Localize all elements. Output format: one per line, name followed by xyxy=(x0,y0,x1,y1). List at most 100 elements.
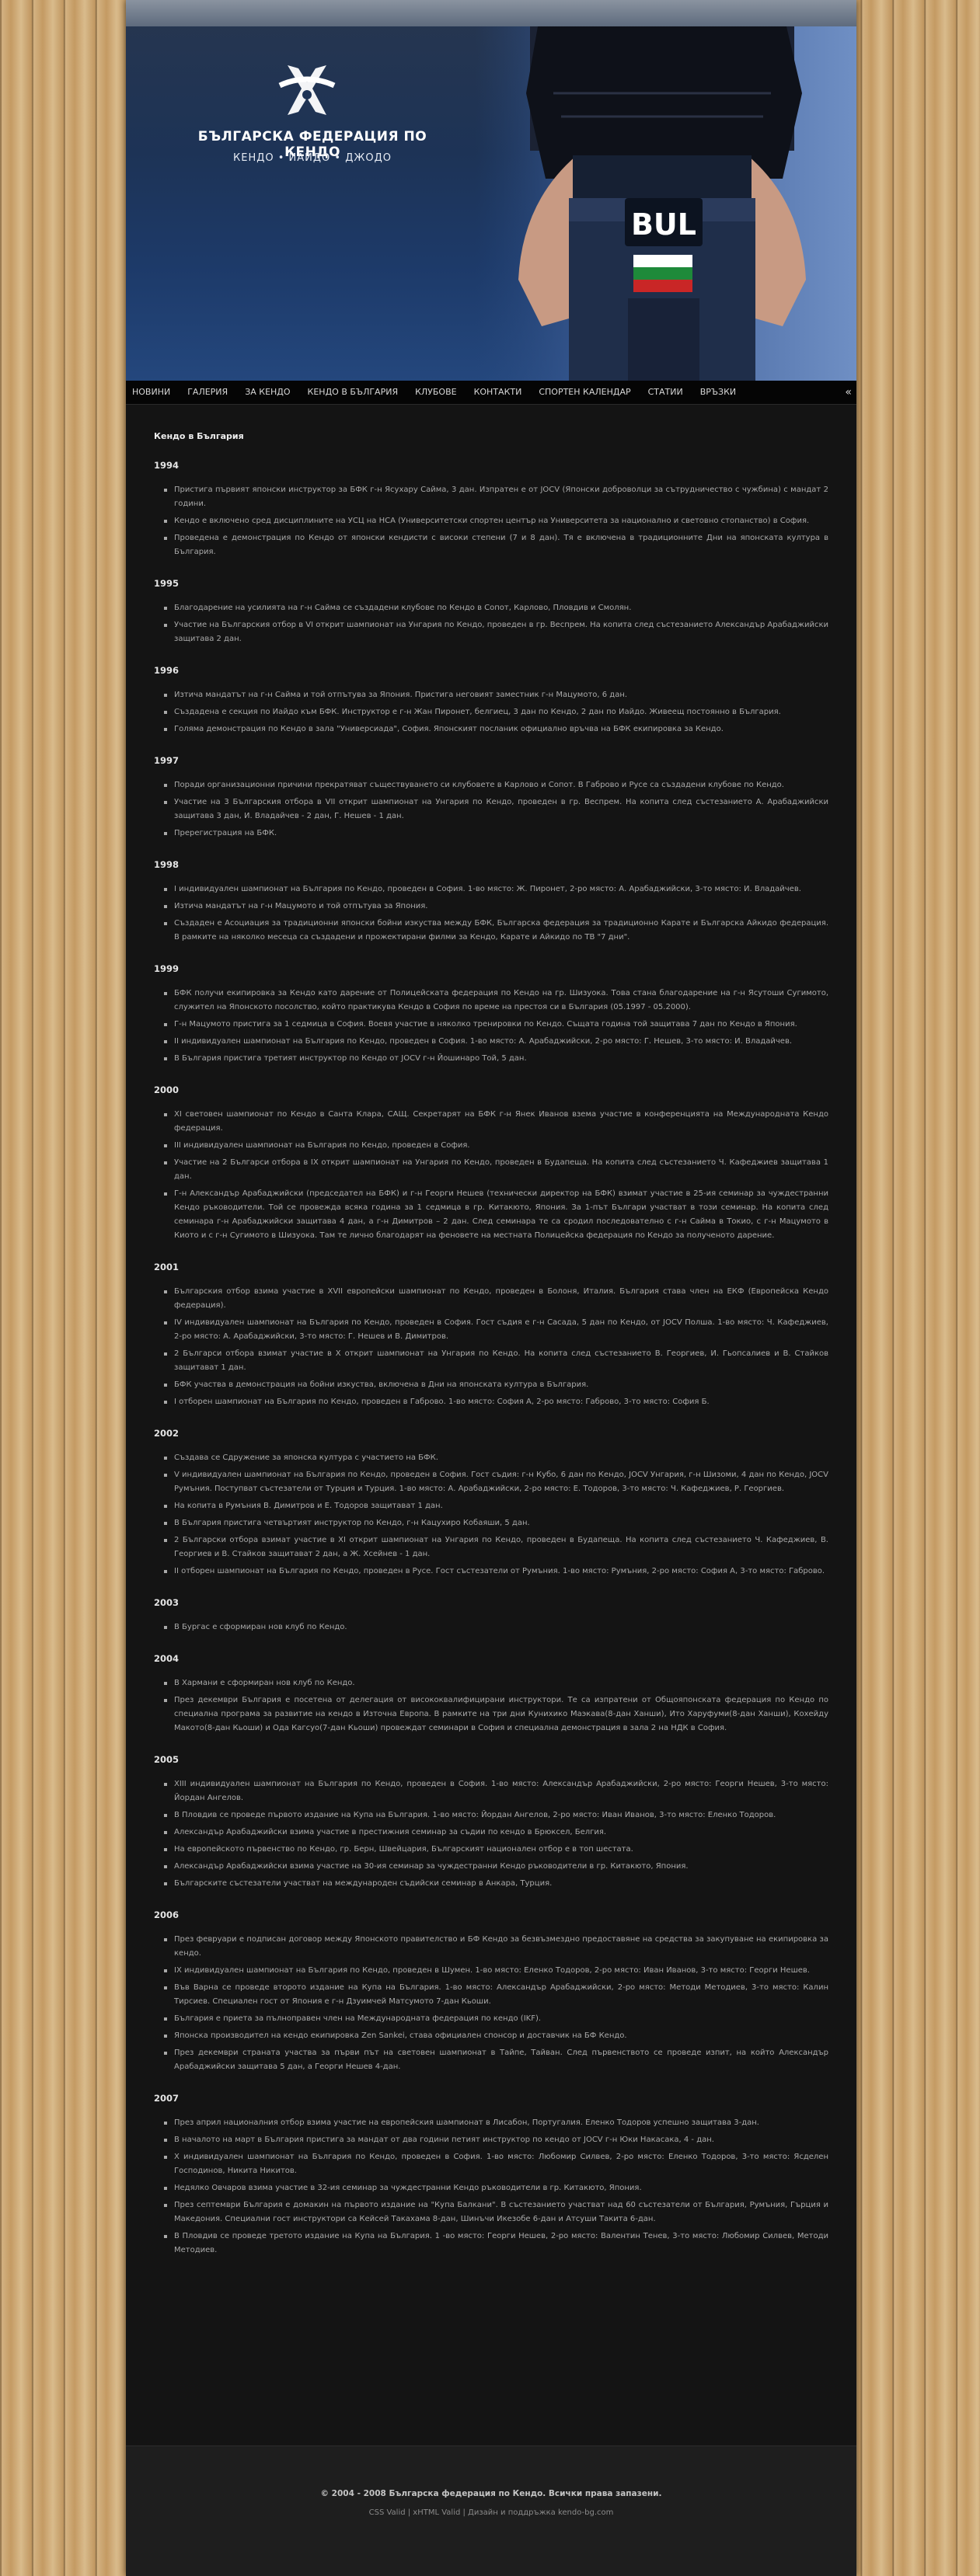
event-item: Г-н Мацумото пристига за 1 седмица в Соф… xyxy=(164,1018,828,1032)
event-item: През април националния отбор взима участ… xyxy=(164,2116,828,2130)
event-item: Японска производител на кендо екипировка… xyxy=(164,2029,828,2043)
year-heading: 2007 xyxy=(154,2093,180,2104)
nav-item-gallery[interactable]: ГАЛЕРИЯ xyxy=(179,381,236,404)
event-item: В България пристига четвъртият инструкто… xyxy=(164,1516,828,1530)
year-events-list: През февруари е подписан договор между Я… xyxy=(154,1933,828,2074)
event-item: Създаден е Асоциация за традиционни япон… xyxy=(164,917,828,945)
nav-item-articles[interactable]: СТАТИИ xyxy=(640,381,692,404)
event-item: X индивидуален шампионат на България по … xyxy=(164,2150,828,2178)
year-events-list: През април националния отбор взима участ… xyxy=(154,2116,828,2257)
kendoka-armor-image: BUL xyxy=(476,26,856,381)
footer: © 2004 - 2008 Българска федерация по Кен… xyxy=(126,2445,856,2576)
event-item: Създава се Сдружение за японска култура … xyxy=(164,1451,828,1465)
event-item: В началото на март в България пристига з… xyxy=(164,2133,828,2147)
event-item: II индивидуален шампионат на България по… xyxy=(164,1035,828,1049)
event-item: През февруари е подписан договор между Я… xyxy=(164,1933,828,1961)
event-item: Изтича мандатът на г-н Сайма и той отпът… xyxy=(164,688,828,702)
event-item: В България пристига третият инструктор п… xyxy=(164,1052,828,1066)
main-content: Кендо в България 1994 Пристига първият яп… xyxy=(154,431,828,2276)
event-item: През септември България е домакин на пър… xyxy=(164,2198,828,2226)
year-heading: 2002 xyxy=(154,1428,180,1439)
event-item: IV индивидуален шампионат на България по… xyxy=(164,1316,828,1344)
event-item: I индивидуален шампионат на България по … xyxy=(164,882,828,896)
event-item: Александър Арабаджийски взима участие в … xyxy=(164,1826,828,1840)
event-item: Голяма демонстрация по Кендо в зала "Уни… xyxy=(164,722,828,736)
footer-copyright: © 2004 - 2008 Българска федерация по Кен… xyxy=(320,2489,662,2498)
year-events-list: БФК получи екипировка за Кендо като даре… xyxy=(154,987,828,1066)
event-item: България е приета за пълноправен член на… xyxy=(164,2012,828,2026)
event-item: III индивидуален шампионат на България п… xyxy=(164,1139,828,1153)
event-item: Българските състезатели участват на межд… xyxy=(164,1877,828,1891)
nav-collapse-icon[interactable]: « xyxy=(845,381,852,404)
year-heading: 2004 xyxy=(154,1653,180,1664)
event-item: На европейското първенство по Кендо, гр.… xyxy=(164,1843,828,1857)
year-events-list: Поради организационни причини прекратява… xyxy=(154,778,828,841)
year-events-list: В Бургас е сформиран нов клуб по Кендо. xyxy=(154,1620,828,1634)
event-item: V индивидуален шампионат на България по … xyxy=(164,1468,828,1496)
event-item: Недялко Овчаров взима участие в 32-ия се… xyxy=(164,2181,828,2195)
event-item: В Бургас е сформиран нов клуб по Кендо. xyxy=(164,1620,828,1634)
year-events-list: XIII индивидуален шампионат на България … xyxy=(154,1777,828,1891)
year-events-list: Създава се Сдружение за японска култура … xyxy=(154,1451,828,1579)
year-events-list: Пристига първият японски инструктор за Б… xyxy=(154,483,828,559)
event-item: Поради организационни причини прекратява… xyxy=(164,778,828,792)
event-item: Проведена е демонстрация по Кендо от япо… xyxy=(164,531,828,559)
year-heading: 1997 xyxy=(154,755,180,766)
year-heading: 2000 xyxy=(154,1084,180,1095)
federation-emblem-icon xyxy=(278,65,336,115)
event-item: През декември страната участва за първи … xyxy=(164,2046,828,2074)
event-item: Пререгистрация на БФК. xyxy=(164,827,828,841)
site-tagline: КЕНДО • ИАЙДО • ДЖОДО xyxy=(233,152,392,164)
year-heading: 1994 xyxy=(154,460,180,471)
event-item: Създадена е секция по Иайдо към БФК. Инс… xyxy=(164,705,828,719)
event-item: Изтича мандатът на г-н Мацумото и той от… xyxy=(164,900,828,914)
year-heading: 2001 xyxy=(154,1262,180,1272)
event-item: На копита в Румъния В. Димитров и Е. Тод… xyxy=(164,1499,828,1513)
event-item: 2 Българси отбора взимат участие в X отк… xyxy=(164,1347,828,1375)
event-item: БФК участва в демонстрация на бойни изку… xyxy=(164,1378,828,1392)
event-item: 2 Български отбора взимат участие в XI о… xyxy=(164,1533,828,1561)
year-events-list: Благодарение на усилията на г-н Сайма се… xyxy=(154,601,828,646)
event-item: XIII индивидуален шампионат на България … xyxy=(164,1777,828,1805)
year-heading: 1995 xyxy=(154,578,180,589)
footer-links[interactable]: CSS Valid | xHTML Valid | Дизайн и поддр… xyxy=(126,2508,856,2517)
event-item: Участие на Българския отбор в VI открит … xyxy=(164,618,828,646)
year-events-list: XI световен шампионат по Кендо в Санта К… xyxy=(154,1108,828,1243)
nav-item-news[interactable]: НОВИНИ xyxy=(126,381,179,404)
nav-item-kendo-in-bulgaria[interactable]: КЕНДО В БЪЛГАРИЯ xyxy=(299,381,407,404)
event-item: Участие на 2 Българси отбора в IX открит… xyxy=(164,1156,828,1184)
nav-item-sports-calendar[interactable]: СПОРТЕН КАЛЕНДАР xyxy=(530,381,639,404)
history-timeline: 1994 Пристига първият японски инструктор … xyxy=(154,460,828,2257)
nav-item-contacts[interactable]: КОНТАКТИ xyxy=(466,381,531,404)
year-heading: 2003 xyxy=(154,1597,180,1608)
year-events-list: I индивидуален шампионат на България по … xyxy=(154,882,828,945)
year-heading: 2006 xyxy=(154,1909,180,1920)
tare-label: BUL xyxy=(631,207,696,242)
year-events-list: Българския отбор взима участие в XVII ев… xyxy=(154,1285,828,1409)
year-heading: 1996 xyxy=(154,665,180,676)
nav-item-about-kendo[interactable]: ЗА КЕНДО xyxy=(236,381,298,404)
event-item: IX индивидуален шампионат на България по… xyxy=(164,1964,828,1978)
event-item: Благодарение на усилията на г-н Сайма се… xyxy=(164,601,828,615)
event-item: Кендо е включено сред дисциплините на УС… xyxy=(164,514,828,528)
event-item: Българския отбор взима участие в XVII ев… xyxy=(164,1285,828,1313)
year-heading: 1998 xyxy=(154,859,180,870)
event-item: Във Варна се проведе второто издание на … xyxy=(164,1981,828,2009)
event-item: В Пловдив се проведе първото издание на … xyxy=(164,1808,828,1822)
main-navigation: НОВИНИ ГАЛЕРИЯ ЗА КЕНДО КЕНДО В БЪЛГАРИЯ… xyxy=(126,381,856,405)
nav-item-clubs[interactable]: КЛУБОВЕ xyxy=(406,381,466,404)
event-item: XI световен шампионат по Кендо в Санта К… xyxy=(164,1108,828,1136)
page-title: Кендо в България xyxy=(154,431,244,441)
year-heading: 2005 xyxy=(154,1754,180,1765)
event-item: Пристига първият японски инструктор за Б… xyxy=(164,483,828,511)
event-item: През декември България е посетена от дел… xyxy=(164,1694,828,1735)
header-banner: БЪЛГАРСКА ФЕДЕРАЦИЯ ПО КЕНДО КЕНДО • ИАЙ… xyxy=(126,0,856,381)
event-item: В Пловдив се проведе третото издание на … xyxy=(164,2230,828,2257)
year-events-list: В Хармани е сформиран нов клуб по Кендо.… xyxy=(154,1676,828,1735)
event-item: Александър Арабаджийски взима участие на… xyxy=(164,1860,828,1874)
event-item: Участие на 3 Българския отбора в VII отк… xyxy=(164,795,828,823)
nav-item-links[interactable]: ВРЪЗКИ xyxy=(692,381,745,404)
page-container: БЪЛГАРСКА ФЕДЕРАЦИЯ ПО КЕНДО КЕНДО • ИАЙ… xyxy=(126,0,856,2576)
year-events-list: Изтича мандатът на г-н Сайма и той отпът… xyxy=(154,688,828,736)
event-item: БФК получи екипировка за Кендо като даре… xyxy=(164,987,828,1015)
